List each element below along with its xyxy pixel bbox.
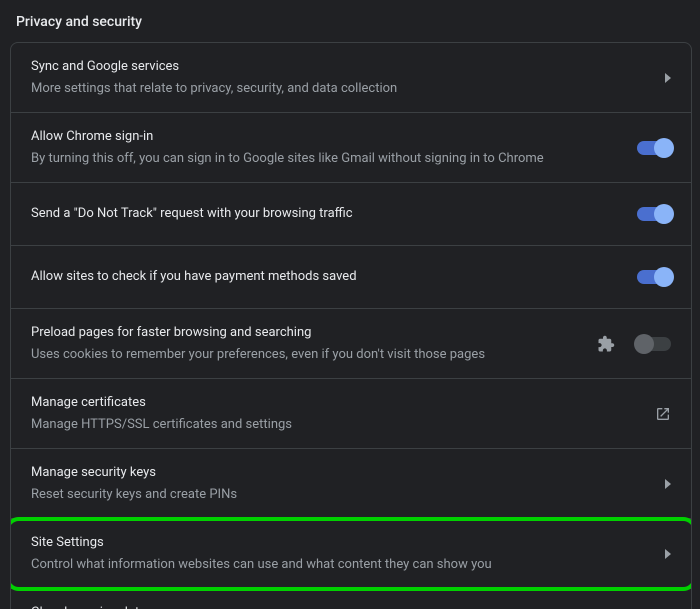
row-subtitle: More settings that relate to privacy, se… [31, 79, 653, 99]
row-title: Manage certificates [31, 393, 643, 413]
chevron-right-icon [665, 549, 671, 559]
extension-icon [597, 335, 615, 353]
row-subtitle: Uses cookies to remember your preference… [31, 345, 585, 365]
row-subtitle: Reset security keys and create PINs [31, 485, 653, 505]
row-title: Allow sites to check if you have payment… [31, 267, 625, 287]
row-site-settings[interactable]: Site Settings Control what information w… [11, 519, 691, 589]
row-title: Site Settings [31, 533, 653, 553]
row-subtitle: By turning this off, you can sign in to … [31, 149, 625, 169]
chevron-right-icon [665, 479, 671, 489]
toggle-switch[interactable] [637, 141, 671, 155]
row-title: Sync and Google services [31, 57, 653, 77]
row-manage-certificates[interactable]: Manage certificates Manage HTTPS/SSL cer… [11, 379, 691, 449]
row-do-not-track[interactable]: Send a "Do Not Track" request with your … [11, 183, 691, 246]
row-title: Manage security keys [31, 463, 653, 483]
row-title: Allow Chrome sign-in [31, 127, 625, 147]
row-title: Send a "Do Not Track" request with your … [31, 204, 625, 224]
toggle-switch[interactable] [637, 337, 671, 351]
row-clear-browsing-data[interactable]: Clear browsing data Clear history, cooki… [11, 589, 691, 609]
row-sync-google-services[interactable]: Sync and Google services More settings t… [11, 43, 691, 113]
open-in-new-icon [655, 406, 671, 422]
toggle-switch[interactable] [637, 207, 671, 221]
chevron-right-icon [665, 73, 671, 83]
row-subtitle: Manage HTTPS/SSL certificates and settin… [31, 415, 643, 435]
section-title: Privacy and security [10, 14, 692, 42]
row-preload-pages[interactable]: Preload pages for faster browsing and se… [11, 309, 691, 379]
toggle-switch[interactable] [637, 270, 671, 284]
row-manage-security-keys[interactable]: Manage security keys Reset security keys… [11, 449, 691, 519]
settings-card: Sync and Google services More settings t… [10, 42, 692, 609]
row-subtitle: Control what information websites can us… [31, 555, 653, 575]
row-payment-methods[interactable]: Allow sites to check if you have payment… [11, 246, 691, 309]
row-title: Preload pages for faster browsing and se… [31, 323, 585, 343]
row-allow-chrome-signin[interactable]: Allow Chrome sign-in By turning this off… [11, 113, 691, 183]
row-title: Clear browsing data [31, 603, 653, 609]
